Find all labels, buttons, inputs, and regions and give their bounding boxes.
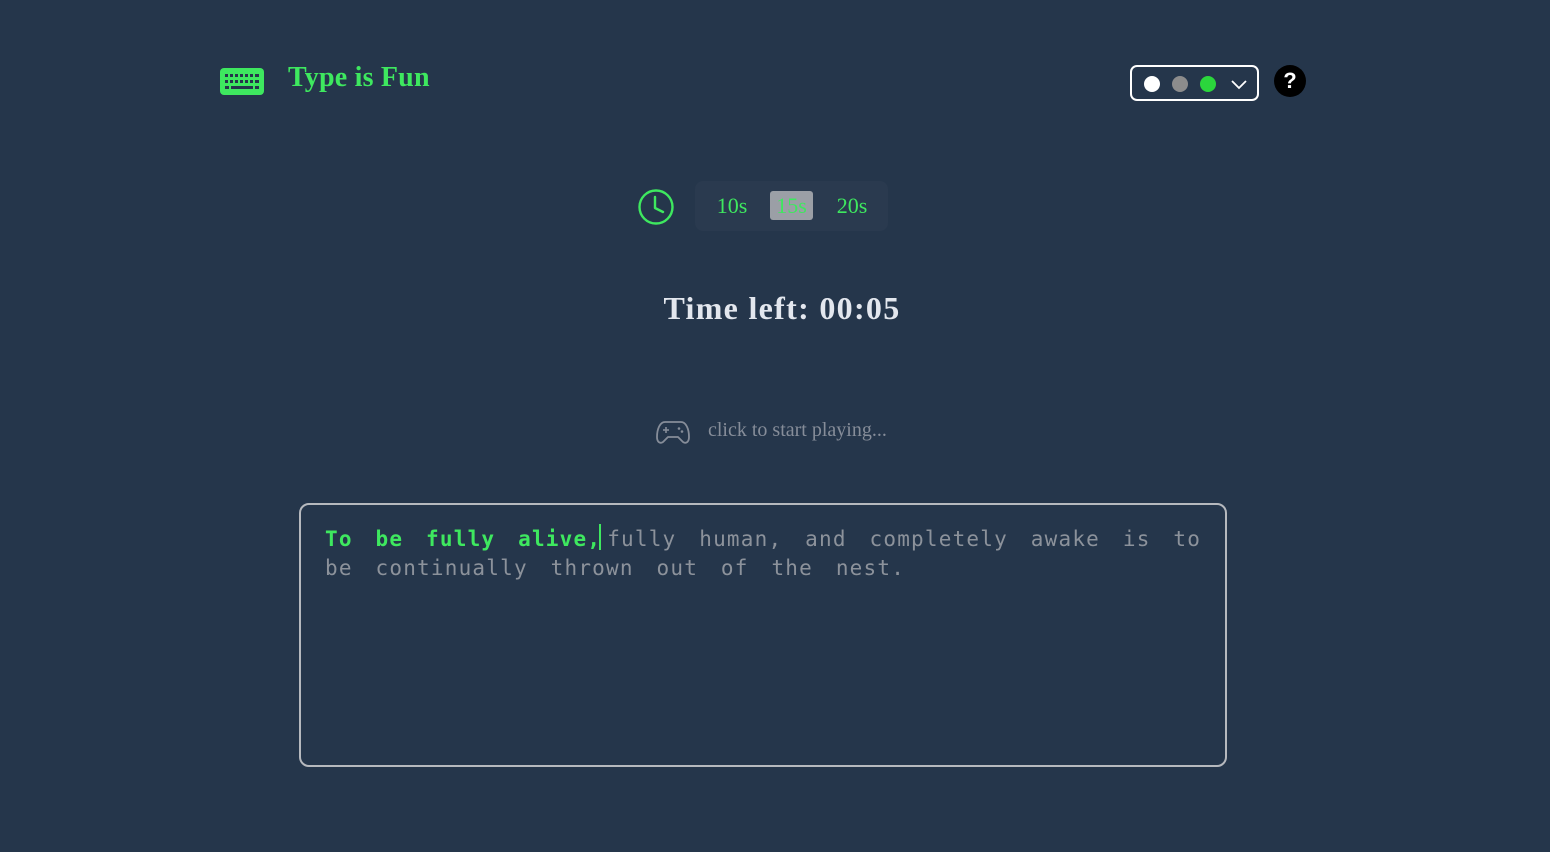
typing-text: To be fully alive, fully human, and compl… bbox=[325, 524, 1205, 583]
time-option-20s[interactable]: 20s bbox=[829, 191, 875, 220]
typed-text: To be fully alive, bbox=[325, 527, 602, 551]
keyboard-icon bbox=[220, 68, 264, 95]
gamepad-icon bbox=[656, 421, 690, 444]
time-option-10s[interactable]: 10s bbox=[709, 191, 755, 220]
time-options: 10s 15s 20s bbox=[695, 181, 888, 231]
clock-icon bbox=[638, 189, 674, 225]
time-option-15s[interactable]: 15s bbox=[770, 191, 813, 220]
start-prompt[interactable]: click to start playing... bbox=[708, 419, 887, 442]
page: Type is Fun ? 10s 15s 20s Time left: 00:… bbox=[0, 0, 1550, 852]
app-title: Type is Fun bbox=[288, 62, 430, 93]
theme-color-grey bbox=[1172, 76, 1188, 92]
theme-color-green bbox=[1200, 76, 1216, 92]
theme-selector[interactable] bbox=[1130, 65, 1259, 101]
time-left: Time left: 00:05 bbox=[663, 290, 901, 326]
help-button[interactable]: ? bbox=[1274, 65, 1306, 97]
chevron-down-icon bbox=[1231, 80, 1247, 90]
text-caret bbox=[599, 524, 602, 550]
theme-color-white bbox=[1144, 76, 1160, 92]
typing-area[interactable]: To be fully alive, fully human, and compl… bbox=[299, 503, 1227, 767]
